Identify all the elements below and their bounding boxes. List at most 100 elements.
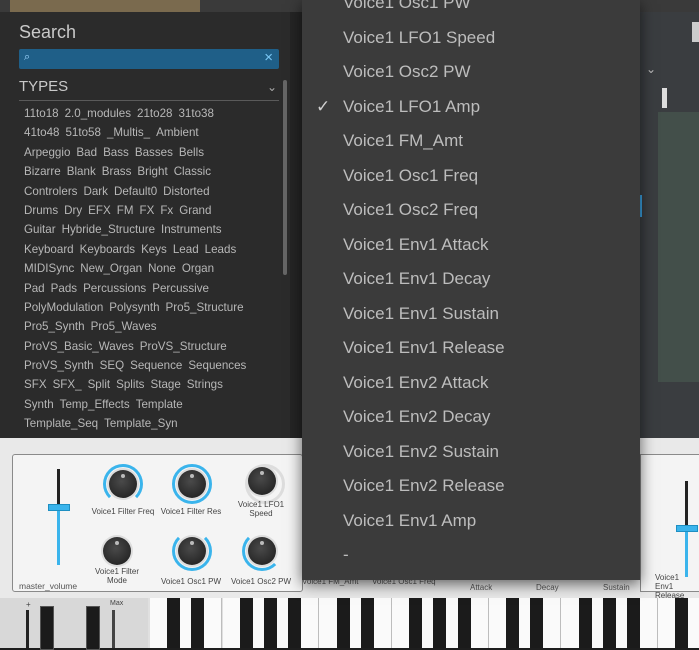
filter-freq-knob[interactable] <box>109 470 137 498</box>
type-tag[interactable]: Stage <box>150 378 180 391</box>
search-field[interactable]: ⌕ × <box>19 49 279 70</box>
type-tag[interactable]: Pad <box>24 282 45 295</box>
type-tag[interactable]: SFX <box>24 378 47 391</box>
type-tag[interactable]: Bells <box>179 146 204 159</box>
black-key[interactable] <box>409 598 423 648</box>
type-tag[interactable]: Guitar <box>24 223 56 236</box>
black-key[interactable] <box>191 598 205 648</box>
type-tag[interactable]: Classic <box>174 165 211 178</box>
search-input[interactable] <box>37 50 261 70</box>
type-tag[interactable]: Organ <box>182 262 214 275</box>
black-key[interactable] <box>336 598 350 648</box>
parameter-dropdown-menu[interactable]: Voice1 Osc1 PW Voice1 LFO1 Speed Voice1 Os… <box>302 0 640 580</box>
type-tag[interactable]: Arpeggio <box>24 146 70 159</box>
menu-item[interactable]: Voice1 Osc2 Freq <box>302 193 640 227</box>
menu-item[interactable]: Voice1 Osc1 Freq <box>302 159 640 193</box>
type-tag[interactable]: Dry <box>64 204 82 217</box>
menu-item[interactable]: Voice1 Osc1 PW <box>302 0 640 20</box>
menu-item[interactable]: Voice1 Env2 Sustain <box>302 435 640 469</box>
type-tag[interactable]: Template_Syn <box>104 417 177 430</box>
type-tag[interactable]: Blank <box>67 165 96 178</box>
menu-item[interactable]: Voice1 Env1 Attack <box>302 228 640 262</box>
type-tag[interactable]: Grand <box>179 204 211 217</box>
type-tag[interactable]: Bass <box>103 146 129 159</box>
menu-item[interactable]: Voice1 Env1 Decay <box>302 262 640 296</box>
master-volume-handle[interactable] <box>48 504 70 512</box>
black-key[interactable] <box>288 598 302 648</box>
chevron-down-icon[interactable]: ⌄ <box>646 62 656 76</box>
type-tag[interactable]: Template_Seq <box>24 417 98 430</box>
type-tag[interactable]: Hybride_Structure <box>62 223 155 236</box>
clear-search-icon[interactable]: × <box>264 49 273 66</box>
type-tag[interactable]: Pro5_Waves <box>91 320 157 333</box>
type-tag[interactable]: ProVS_Synth <box>24 359 94 372</box>
type-tag[interactable]: Template <box>136 398 183 411</box>
type-tag[interactable]: Keys <box>141 243 167 256</box>
type-tag[interactable]: 11to18 <box>24 107 59 120</box>
osc2-pw-knob[interactable] <box>248 537 276 565</box>
menu-item[interactable]: Voice1 Env1 Sustain <box>302 297 640 331</box>
black-key[interactable] <box>675 598 689 648</box>
type-tag[interactable]: Dark <box>83 185 107 198</box>
type-tag[interactable]: Drums <box>24 204 58 217</box>
black-key[interactable] <box>602 598 616 648</box>
type-tag[interactable]: Keyboard <box>24 243 74 256</box>
type-tag[interactable]: Controlers <box>24 185 77 198</box>
type-tag[interactable]: Bright <box>137 165 167 178</box>
type-tag[interactable]: SFX_ <box>53 378 82 391</box>
type-tag[interactable]: None <box>148 262 176 275</box>
type-tag[interactable]: Percussions <box>83 282 146 295</box>
black-key[interactable] <box>239 598 253 648</box>
type-tag[interactable]: FX <box>139 204 154 217</box>
type-tag[interactable]: FM <box>117 204 134 217</box>
menu-item[interactable]: Voice1 Env2 Release <box>302 469 640 503</box>
pitch-wheel[interactable] <box>40 606 54 650</box>
type-tag[interactable]: Keyboards <box>80 243 135 256</box>
black-key[interactable] <box>627 598 640 648</box>
type-tag[interactable]: Splits <box>116 378 144 391</box>
black-key[interactable] <box>264 598 277 648</box>
type-tag[interactable]: Basses <box>135 146 173 159</box>
type-tag[interactable]: 21to28 <box>137 107 172 120</box>
black-key[interactable] <box>578 598 592 648</box>
type-tag[interactable]: Synth <box>24 398 54 411</box>
type-tag[interactable]: Pro5_Synth <box>24 320 85 333</box>
type-tag[interactable]: EFX <box>88 204 111 217</box>
type-tag[interactable]: 51to58 <box>65 126 100 139</box>
type-tag[interactable]: SEQ <box>100 359 124 372</box>
black-key[interactable] <box>506 598 519 648</box>
filter-mode-knob[interactable] <box>103 537 131 565</box>
type-tag[interactable]: 31to38 <box>178 107 213 120</box>
type-tag[interactable]: ProVS_Structure <box>140 340 227 353</box>
menu-item[interactable]: Voice1 LFO1 Speed <box>302 21 640 55</box>
menu-item[interactable]: Voice1 Osc2 PW <box>302 55 640 89</box>
osc1-pw-knob[interactable] <box>178 537 206 565</box>
env1-release-handle[interactable] <box>676 525 698 532</box>
type-tag[interactable]: Bizarre <box>24 165 61 178</box>
black-key[interactable] <box>433 598 447 648</box>
menu-item[interactable]: ✓ Voice1 LFO1 Amp <box>302 90 640 124</box>
type-tag[interactable]: Temp_Effects <box>60 398 130 411</box>
mod-wheel[interactable] <box>86 606 100 650</box>
lfo1-speed-knob[interactable] <box>248 467 276 495</box>
type-tag[interactable]: Ambient <box>156 126 199 139</box>
black-key[interactable] <box>360 598 374 648</box>
type-tag[interactable]: ProVS_Basic_Waves <box>24 340 134 353</box>
menu-item[interactable]: Voice1 Env1 Amp <box>302 504 640 538</box>
black-key[interactable] <box>530 598 544 648</box>
type-tag[interactable]: Distorted <box>163 185 209 198</box>
type-tag[interactable]: Sequences <box>188 359 246 372</box>
type-tag[interactable]: PolyModulation <box>24 301 103 314</box>
type-tag[interactable]: Strings <box>187 378 223 391</box>
type-tag[interactable]: Bad <box>76 146 97 159</box>
filter-res-knob[interactable] <box>178 470 206 498</box>
type-tag[interactable]: MIDISync <box>24 262 74 275</box>
black-key[interactable] <box>167 598 181 648</box>
type-tag[interactable]: New_Organ <box>80 262 142 275</box>
type-tag[interactable]: 41to48 <box>24 126 59 139</box>
menu-item[interactable]: Voice1 Env2 Decay <box>302 400 640 434</box>
type-tag[interactable]: Split <box>88 378 111 391</box>
type-tag[interactable]: 2.0_modules <box>65 107 131 120</box>
type-tag[interactable]: Sequence <box>130 359 182 372</box>
type-tag[interactable]: Leads <box>205 243 237 256</box>
